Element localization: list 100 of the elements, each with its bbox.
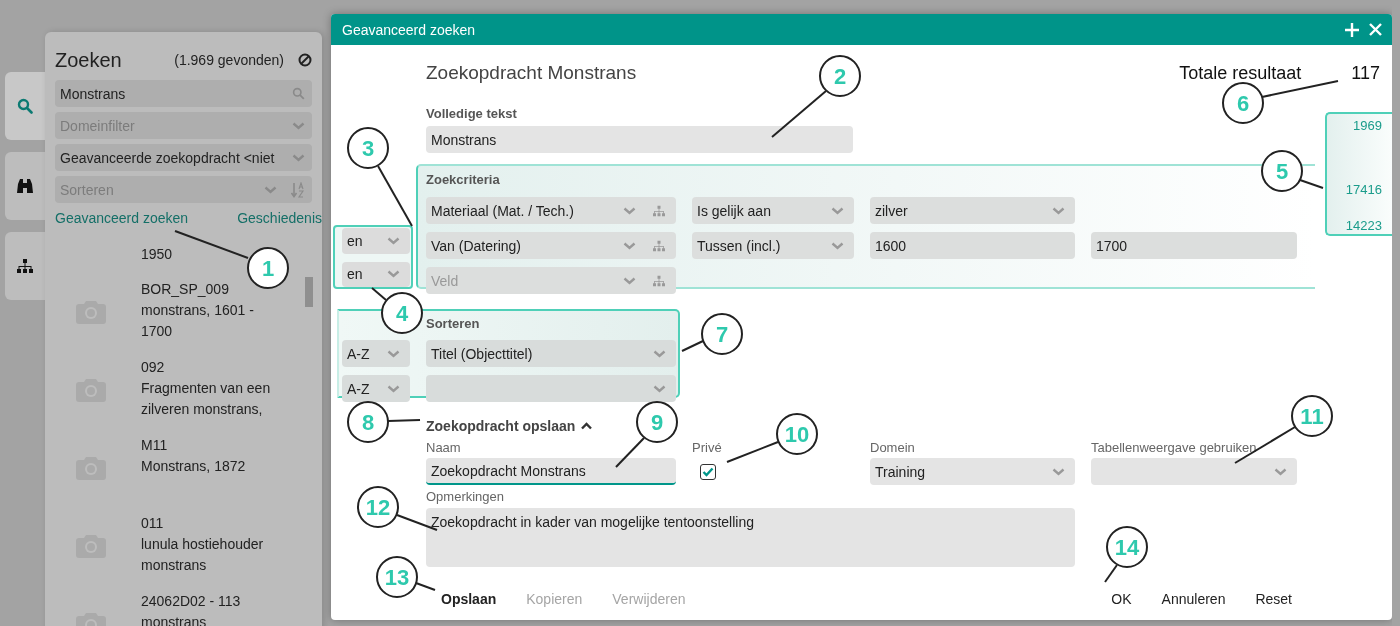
field-dropdown[interactable]: Van (Datering) <box>426 232 676 259</box>
plus-icon[interactable] <box>1345 22 1359 37</box>
group-label: Sorteren <box>426 316 480 333</box>
fulltext-field[interactable]: Monstrans <box>426 126 853 153</box>
callout-badge: 2 <box>819 55 861 97</box>
remarks-field[interactable]: Zoekopdracht in kader van mogelijke tentoonstelling <box>426 508 1075 567</box>
chevron-icon <box>1274 467 1287 476</box>
action-button[interactable]: OK <box>1096 587 1147 611</box>
chevron-icon <box>387 236 400 245</box>
hierarchy-icon[interactable] <box>652 204 666 217</box>
action-button[interactable]: Annuleren <box>1146 587 1241 611</box>
value-field[interactable]: 1700 <box>1091 232 1297 259</box>
hit-count: 14223 <box>1345 217 1382 235</box>
result-item[interactable]: 011 lunula hostiehouder monstrans <box>141 513 264 577</box>
chevron-icon <box>653 349 666 358</box>
callout-badge: 6 <box>1222 82 1264 124</box>
result-count: (1.969 gevonden) <box>174 52 284 68</box>
hierarchy-icon <box>16 258 34 274</box>
saved-query-dropdown[interactable]: Geavanceerde zoekopdracht <niet <box>55 144 312 171</box>
callout-badge: 11 <box>1291 395 1333 437</box>
direction-dropdown[interactable]: A-Z <box>342 375 410 402</box>
field-label: Volledige tekst <box>426 106 517 123</box>
dialog-title: Geavanceerd zoeken <box>342 21 477 38</box>
leader-line <box>415 582 436 591</box>
chevron-icon <box>623 206 636 215</box>
hit-count: 17416 <box>1345 181 1382 199</box>
callout-badge: 3 <box>347 127 389 169</box>
field-label: Naam <box>426 440 461 456</box>
operator-dropdown[interactable]: Is gelijk aan <box>692 197 854 224</box>
leader-line <box>1299 179 1324 189</box>
chevron-icon <box>1052 467 1065 476</box>
panel-title: Zoeken <box>55 48 123 72</box>
chevron-icon <box>653 384 666 393</box>
result-item[interactable]: M11 Monstrans, 1872 <box>141 435 246 499</box>
query-title: Zoekopdracht Monstrans <box>426 62 637 84</box>
chevron-icon <box>387 384 400 393</box>
callout-badge: 10 <box>776 413 818 455</box>
callout-badge: 12 <box>357 486 399 528</box>
chevron-icon <box>623 276 636 285</box>
chevron-icon <box>292 153 305 162</box>
hit-count: 1969 <box>1353 117 1382 135</box>
chevron-icon <box>387 349 400 358</box>
callout-badge: 1 <box>247 247 289 289</box>
rail-tab[interactable] <box>5 152 45 220</box>
callout-badge: 14 <box>1106 526 1148 568</box>
callout-badge: 13 <box>376 556 418 598</box>
total-label: Totale resultaat <box>1179 62 1302 84</box>
scrollbar[interactable] <box>305 277 313 307</box>
leader-line <box>1104 564 1118 583</box>
private-checkbox[interactable] <box>700 463 716 480</box>
total-count: 117 <box>1351 62 1380 84</box>
search-icon <box>292 87 305 100</box>
sort-field-dropdown[interactable] <box>426 375 676 402</box>
field-label: Domein <box>870 440 915 456</box>
field-label: Privé <box>692 440 722 456</box>
direction-dropdown[interactable]: A-Z <box>342 340 410 367</box>
search-icon <box>17 98 33 114</box>
action-button[interactable]: Reset <box>1240 587 1307 611</box>
callout-badge: 4 <box>381 292 423 334</box>
rail-tab[interactable] <box>5 232 45 300</box>
leader-line <box>377 165 413 227</box>
leader-line <box>771 90 827 138</box>
chevron-icon <box>387 270 400 279</box>
connector-dropdown[interactable]: en <box>342 261 410 287</box>
hierarchy-icon[interactable] <box>652 239 666 252</box>
caret-icon <box>581 422 593 430</box>
group-label: Zoekcriteria <box>426 172 500 189</box>
section-toggle[interactable]: Zoekopdracht opslaan <box>426 418 593 434</box>
operator-dropdown[interactable]: Tussen (incl.) <box>692 232 854 259</box>
action-button[interactable]: Opslaan <box>426 587 512 611</box>
search-field[interactable]: Monstrans <box>55 80 312 107</box>
chevron-icon <box>1052 206 1065 215</box>
result-item[interactable]: 1950 <box>141 244 173 265</box>
chevron-icon <box>831 241 844 250</box>
binoculars-icon <box>16 178 34 194</box>
field-label: Opmerkingen <box>426 489 505 505</box>
field-label: Tabellenweergave gebruiken <box>1091 440 1257 456</box>
callout-badge: 5 <box>1261 150 1303 192</box>
value-dropdown[interactable]: zilver <box>870 197 1075 224</box>
callout-badge: 9 <box>636 401 678 443</box>
close-icon[interactable] <box>1369 23 1382 36</box>
leader-line <box>371 287 387 301</box>
hierarchy-icon[interactable] <box>652 274 666 287</box>
name-field[interactable]: Zoekopdracht Monstrans <box>426 458 676 485</box>
chevron-icon <box>264 185 277 194</box>
value-field[interactable]: 1600 <box>870 232 1075 259</box>
callout-badge: 7 <box>701 313 743 355</box>
result-item[interactable]: 092 Fragmenten van een zilveren monstrans, <box>141 357 271 421</box>
chevron-icon <box>292 121 305 130</box>
field-dropdown[interactable]: Materiaal (Mat. / Tech.) <box>426 197 676 224</box>
clear-icon[interactable] <box>298 53 312 67</box>
sort-field-dropdown[interactable]: Titel (Objecttitel) <box>426 340 676 367</box>
chevron-icon <box>623 241 636 250</box>
connector-dropdown[interactable]: en <box>342 228 410 254</box>
leader-line <box>615 437 645 468</box>
domain-dropdown[interactable]: Training <box>870 458 1075 485</box>
sort-order-icon[interactable] <box>291 181 305 198</box>
callout-badge: 8 <box>347 401 389 443</box>
leader-line <box>726 441 779 463</box>
chevron-icon <box>831 206 844 215</box>
